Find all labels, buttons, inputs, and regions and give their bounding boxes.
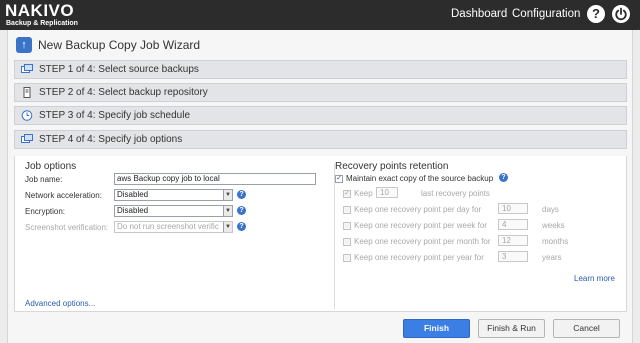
encryption-label: Encryption:: [25, 207, 66, 216]
cancel-button[interactable]: Cancel: [553, 319, 620, 338]
backup-copy-icon: [21, 64, 33, 75]
keep-weekly-input[interactable]: 4: [498, 219, 528, 230]
repository-icon: [21, 87, 33, 98]
keep-count-input[interactable]: 10: [376, 187, 398, 198]
screenshot-verification-value: Do not run screenshot verific: [117, 222, 219, 231]
help-circle-icon[interactable]: ?: [237, 222, 246, 231]
nav-dashboard-link[interactable]: Dashboard: [451, 8, 507, 20]
step-3-header[interactable]: STEP 3 of 4: Specify job schedule: [14, 106, 627, 125]
chevron-down-icon[interactable]: ▼: [223, 206, 232, 216]
help-icon[interactable]: ?: [587, 5, 605, 23]
keep-monthly-input[interactable]: 12: [498, 235, 528, 246]
wizard-title: New Backup Copy Job Wizard: [38, 38, 201, 52]
learn-more-link[interactable]: Learn more: [574, 274, 615, 283]
step-4-header[interactable]: STEP 4 of 4: Specify job options: [14, 130, 627, 149]
network-acceleration-value: Disabled: [117, 190, 149, 199]
keep-yearly-unit: years: [542, 253, 562, 262]
arrow-up-icon: ↑: [16, 37, 32, 53]
keep-daily-input[interactable]: 10: [498, 203, 528, 214]
network-acceleration-select[interactable]: Disabled ▼: [114, 189, 233, 201]
job-name-label: Job name:: [25, 175, 63, 184]
step-4-label: STEP 4 of 4: Specify job options: [39, 134, 183, 145]
keep-daily-unit: days: [542, 205, 559, 214]
step-4-content: Job options Job name: aws Backup copy jo…: [14, 156, 627, 312]
keep-monthly-checkbox[interactable]: [343, 238, 351, 246]
options-icon: [21, 134, 33, 145]
keep-yearly-input[interactable]: 3: [498, 251, 528, 262]
power-icon[interactable]: [612, 5, 630, 23]
help-circle-icon[interactable]: ?: [499, 173, 508, 182]
keep-checkbox[interactable]: ✓: [343, 190, 351, 198]
maintain-exact-copy-checkbox[interactable]: ✓: [335, 175, 343, 183]
column-divider: [334, 164, 335, 309]
logo-subtitle: Backup & Replication: [6, 20, 78, 27]
step-2-header[interactable]: STEP 2 of 4: Select backup repository: [14, 83, 627, 102]
help-circle-icon[interactable]: ?: [237, 206, 246, 215]
finish-button[interactable]: Finish: [403, 319, 470, 338]
keep-yearly-checkbox[interactable]: [343, 254, 351, 262]
chevron-down-icon[interactable]: ▼: [223, 190, 232, 200]
nav-configuration-link[interactable]: Configuration: [512, 8, 580, 20]
job-options-title: Job options: [25, 161, 77, 172]
screenshot-verification-label: Screenshot verification:: [25, 223, 109, 232]
keep-label: Keep: [354, 189, 373, 198]
keep-yearly-label: Keep one recovery point per year for: [354, 253, 484, 262]
encryption-select[interactable]: Disabled ▼: [114, 205, 233, 217]
help-circle-icon[interactable]: ?: [237, 190, 246, 199]
step-1-header[interactable]: STEP 1 of 4: Select source backups: [14, 60, 627, 79]
finish-and-run-button[interactable]: Finish & Run: [478, 319, 545, 338]
logo-text: NAKIVO: [5, 1, 75, 20]
top-bar: NAKIVO Backup & Replication Dashboard Co…: [0, 0, 640, 30]
network-acceleration-label: Network acceleration:: [25, 191, 102, 200]
logo[interactable]: NAKIVO Backup & Replication: [5, 2, 78, 28]
step-3-label: STEP 3 of 4: Specify job schedule: [39, 110, 191, 121]
clock-icon: [21, 110, 33, 121]
keep-weekly-label: Keep one recovery point per week for: [354, 221, 487, 230]
keep-monthly-label: Keep one recovery point per month for: [354, 237, 491, 246]
advanced-options-link[interactable]: Advanced options...: [25, 299, 95, 308]
step-1-label: STEP 1 of 4: Select source backups: [39, 64, 199, 75]
keep-weekly-unit: weeks: [542, 221, 565, 230]
chevron-down-icon[interactable]: ▼: [223, 222, 232, 232]
keep-daily-label: Keep one recovery point per day for: [354, 205, 482, 214]
encryption-value: Disabled: [117, 206, 149, 215]
wizard-panel: ↑ New Backup Copy Job Wizard STEP 1 of 4…: [7, 30, 633, 343]
screenshot-verification-select[interactable]: Do not run screenshot verific ▼: [114, 221, 233, 233]
keep-weekly-checkbox[interactable]: [343, 222, 351, 230]
keep-suffix-label: last recovery points: [421, 189, 490, 198]
recovery-points-title: Recovery points retention: [335, 161, 449, 172]
maintain-exact-copy-label: Maintain exact copy of the source backup: [346, 174, 494, 183]
step-2-label: STEP 2 of 4: Select backup repository: [39, 87, 208, 98]
job-name-input[interactable]: aws Backup copy job to local: [114, 173, 316, 185]
keep-daily-checkbox[interactable]: [343, 206, 351, 214]
keep-monthly-unit: months: [542, 237, 569, 246]
